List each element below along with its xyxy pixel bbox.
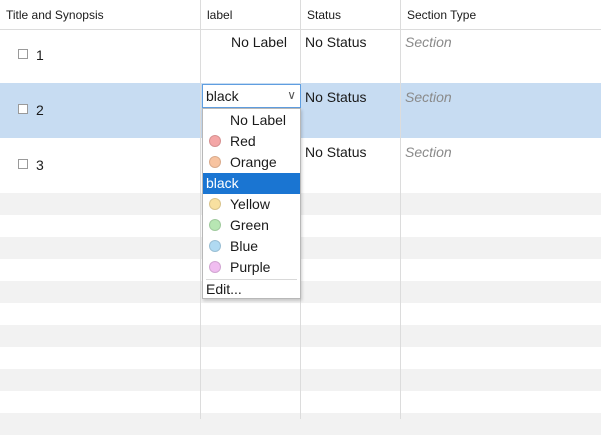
color-swatch-icon <box>209 261 221 273</box>
row-section-type[interactable]: Section <box>405 89 452 105</box>
menu-item-no-label[interactable]: No Label <box>203 110 300 131</box>
menu-item-label: black <box>206 175 239 191</box>
label-select-value: black <box>206 88 239 104</box>
row-checkbox[interactable] <box>18 49 28 59</box>
row-checkbox[interactable] <box>18 104 28 114</box>
menu-item-label: Yellow <box>230 196 270 212</box>
menu-item-black[interactable]: black <box>203 173 300 194</box>
column-header-title[interactable]: Title and Synopsis <box>0 0 201 29</box>
menu-item-label: Purple <box>230 259 271 275</box>
row-status[interactable]: No Status <box>305 89 366 105</box>
column-divider[interactable] <box>200 0 201 419</box>
row-title[interactable]: 3 <box>36 157 44 173</box>
menu-item-orange[interactable]: Orange <box>203 152 300 173</box>
column-divider[interactable] <box>400 0 401 419</box>
color-swatch-icon <box>209 156 221 168</box>
row-checkbox[interactable] <box>18 159 28 169</box>
row-section-type[interactable]: Section <box>405 34 452 50</box>
color-swatch-icon <box>209 135 221 147</box>
menu-item-blue[interactable]: Blue <box>203 236 300 257</box>
row-status[interactable]: No Status <box>305 144 366 160</box>
column-header-section-type[interactable]: Section Type <box>401 0 601 29</box>
column-header-label[interactable]: label <box>201 0 301 29</box>
outline-view: Title and Synopsis label Status Section … <box>0 0 601 435</box>
row-status[interactable]: No Status <box>305 34 366 50</box>
chevron-down-icon[interactable]: ∨ <box>287 88 296 102</box>
color-swatch-icon <box>209 219 221 231</box>
row-title[interactable]: 2 <box>36 102 44 118</box>
menu-item-label: Green <box>230 217 269 233</box>
label-select[interactable]: black ∨ <box>202 84 301 108</box>
menu-item-label: Orange <box>230 154 277 170</box>
menu-item-label: Edit... <box>206 281 242 297</box>
row-section-type[interactable]: Section <box>405 144 452 160</box>
row-label[interactable]: No Label <box>207 34 287 50</box>
menu-item-label: Blue <box>230 238 259 254</box>
menu-item-yellow[interactable]: Yellow <box>203 194 300 215</box>
menu-item-green[interactable]: Green <box>203 215 300 236</box>
menu-item-edit[interactable]: Edit... <box>203 279 300 300</box>
menu-item-label: No Label <box>230 112 287 128</box>
color-swatch-icon <box>209 198 221 210</box>
menu-item-label: Red <box>230 133 256 149</box>
label-dropdown-menu: No Label Red Orange black Yellow Green B… <box>202 108 301 299</box>
color-swatch-icon <box>209 240 221 252</box>
row-title[interactable]: 1 <box>36 47 44 63</box>
column-header-status[interactable]: Status <box>301 0 401 29</box>
menu-item-red[interactable]: Red <box>203 131 300 152</box>
menu-item-purple[interactable]: Purple <box>203 257 300 278</box>
